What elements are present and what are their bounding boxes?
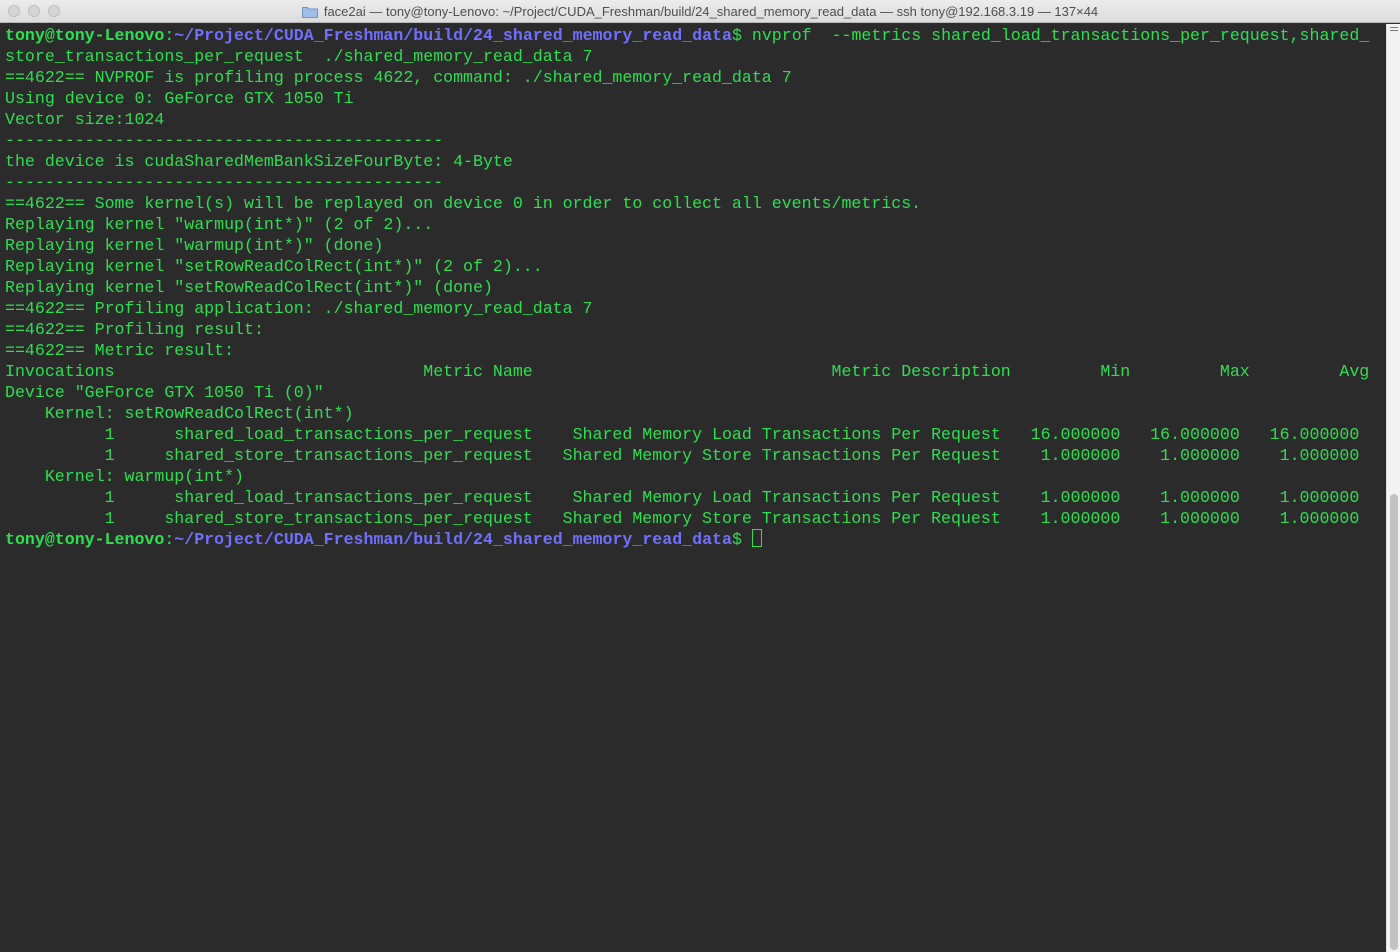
scroll-top-icon [1390,27,1398,35]
metric-table-row: 1 shared_load_transactions_per_request S… [5,488,1360,507]
prompt-user: tony@tony-Lenovo [5,26,165,45]
terminal-line: Using device 0: GeForce GTX 1050 Ti [5,89,354,108]
metric-table-row: 1 shared_store_transactions_per_request … [5,446,1360,465]
scrollbar-thumb[interactable] [1390,494,1398,950]
terminal-line: Replaying kernel "warmup(int*)" (done) [5,236,384,255]
terminal-line: ==4622== Profiling result: [5,320,264,339]
window-title: face2ai — tony@tony-Lenovo: ~/Project/CU… [323,4,1099,19]
terminal-line: tony@tony-Lenovo:~/Project/CUDA_Freshman… [5,529,1386,550]
terminal-line: tony@tony-Lenovo:~/Project/CUDA_Freshman… [5,25,1386,46]
prompt-separator: : [164,530,175,549]
terminal-line: ----------------------------------------… [5,131,444,150]
window-titlebar: face2ai — tony@tony-Lenovo: ~/Project/CU… [0,0,1400,23]
prompt-sign: $ [731,26,752,45]
prompt-path: ~/Project/CUDA_Freshman/build/24_shared_… [174,26,732,45]
prompt-sign: $ [731,530,752,549]
terminal-line: Vector size:1024 [5,110,165,129]
terminal-line: Replaying kernel "setRowReadColRect(int*… [5,278,493,297]
terminal-line: ----------------------------------------… [5,173,444,192]
prompt-user: tony@tony-Lenovo [5,530,165,549]
terminal-line: the device is cudaSharedMemBankSizeFourB… [5,152,513,171]
window-title-container: face2ai — tony@tony-Lenovo: ~/Project/CU… [0,0,1400,23]
terminal-line: store_transactions_per_request ./shared_… [5,47,593,66]
terminal-line: Replaying kernel "warmup(int*)" (2 of 2)… [5,215,434,234]
terminal-line: Device "GeForce GTX 1050 Ti (0)" [5,383,324,402]
terminal-line: Kernel: warmup(int*) [5,467,244,486]
terminal-line: Kernel: setRowReadColRect(int*) [5,404,354,423]
prompt-separator: : [164,26,175,45]
prompt-path: ~/Project/CUDA_Freshman/build/24_shared_… [174,530,732,549]
terminal-line: ==4622== NVPROF is profiling process 462… [5,68,792,87]
folder-icon [301,6,318,18]
metric-table-row: 1 shared_load_transactions_per_request S… [5,425,1360,444]
terminal-line: ==4622== Some kernel(s) will be replayed… [5,194,922,213]
terminal-line: ==4622== Metric result: [5,341,235,360]
text-cursor [751,529,762,547]
metric-table-row: 1 shared_store_transactions_per_request … [5,509,1360,528]
scrollbar-track[interactable] [1386,24,1400,952]
terminal-line: ==4622== Profiling application: ./shared… [5,299,593,318]
terminal-output[interactable]: tony@tony-Lenovo:~/Project/CUDA_Freshman… [0,24,1386,952]
metric-table-header: Invocations Metric Name Metric Descripti… [5,362,1370,381]
terminal-line: Replaying kernel "setRowReadColRect(int*… [5,257,543,276]
command-text: nvprof --metrics shared_load_transaction… [751,26,1370,45]
